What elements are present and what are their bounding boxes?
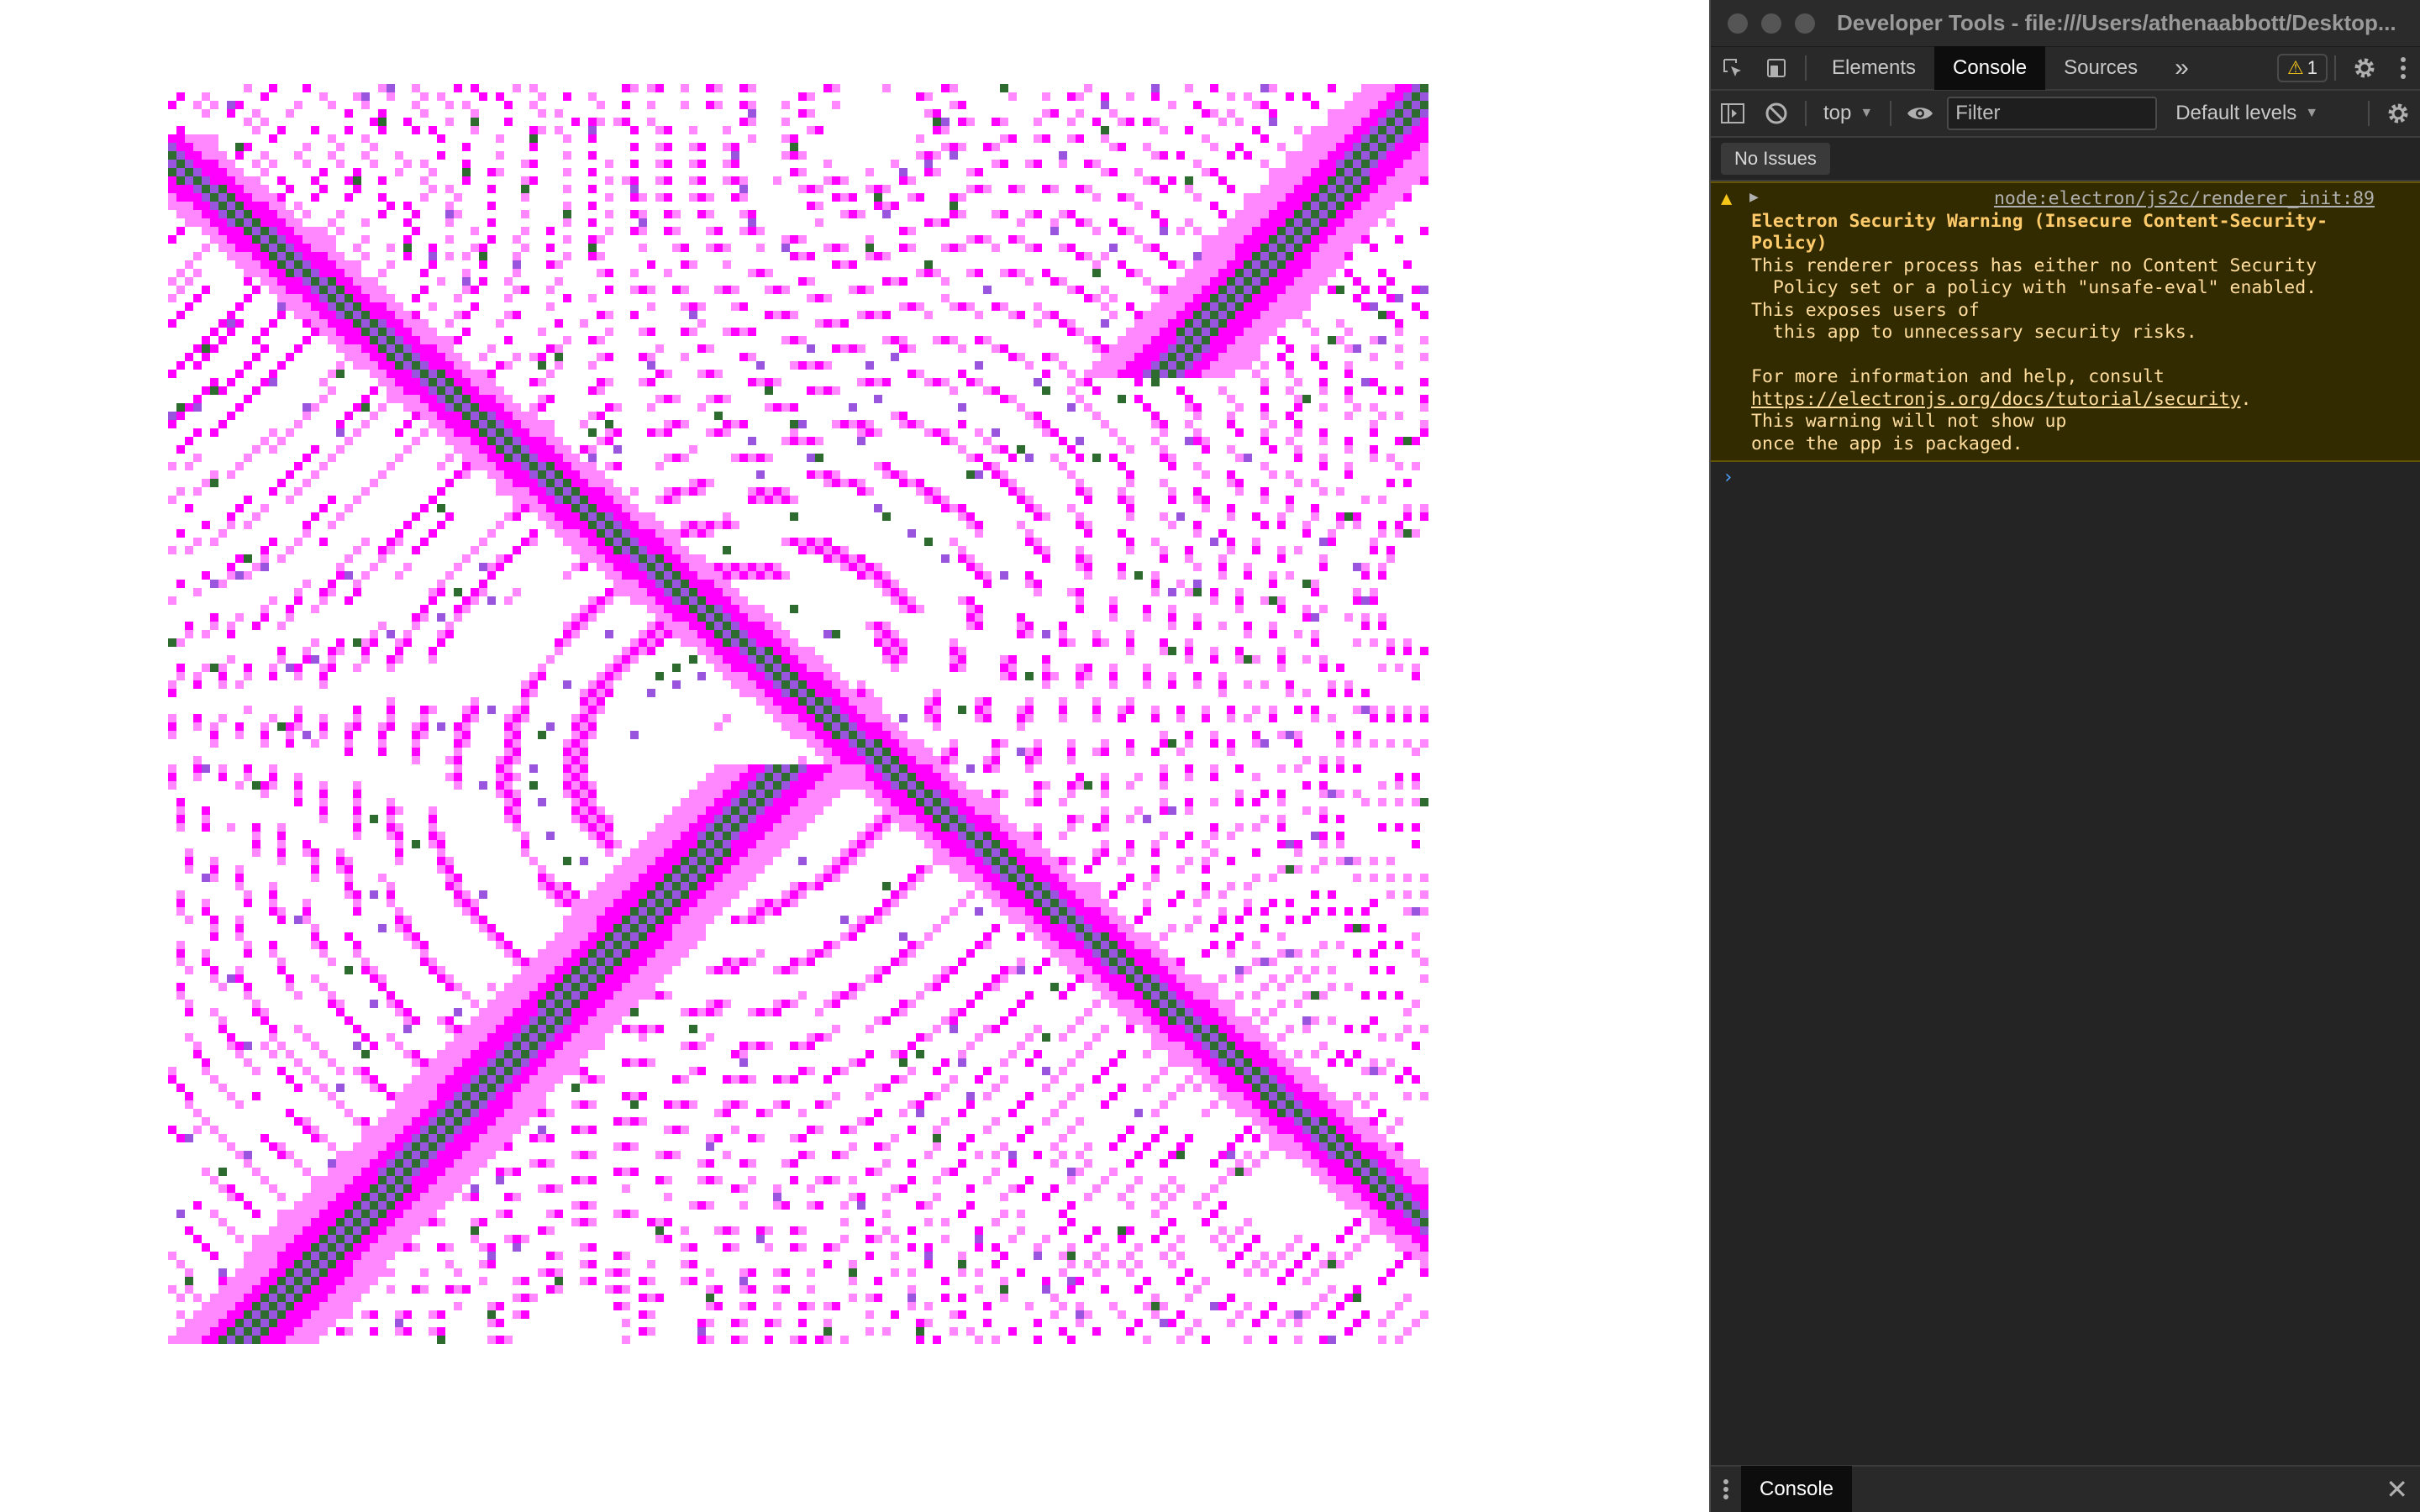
- close-window-button[interactable]: [1728, 13, 1748, 34]
- security-docs-link[interactable]: https://electronjs.org/docs/tutorial/sec…: [1751, 389, 2240, 410]
- dropdown-caret-icon: ▼: [2305, 106, 2319, 120]
- warning-icon: ▲: [1721, 188, 1733, 209]
- console-settings-gear-icon[interactable]: [2376, 92, 2420, 135]
- live-expression-eye-icon[interactable]: [1898, 92, 1942, 135]
- zoom-window-button[interactable]: [1795, 13, 1815, 34]
- warning-icon: ⚠: [2287, 57, 2304, 78]
- window-title: Developer Tools - file:///Users/athenaab…: [1837, 10, 2396, 35]
- warning-count: 1: [2307, 57, 2317, 78]
- divider: [1805, 55, 1807, 81]
- message-body-line: For more information and help, consult: [1751, 366, 2165, 387]
- warning-count-badge[interactable]: ⚠ 1: [2277, 54, 2328, 82]
- link-suffix: .: [2240, 388, 2252, 410]
- divider: [2368, 101, 2370, 126]
- bottom-drawer: Console ✕: [1711, 1465, 2420, 1512]
- sidebar-toggle-icon[interactable]: [1711, 92, 1754, 135]
- minimize-window-button[interactable]: [1761, 13, 1781, 34]
- divider: [2334, 55, 2336, 81]
- message-body-line: this app to unnecessary security risks.: [1751, 322, 2197, 343]
- tab-elements[interactable]: Elements: [1813, 46, 1934, 90]
- close-drawer-icon[interactable]: ✕: [2386, 1473, 2408, 1505]
- inspect-element-icon[interactable]: [1711, 46, 1754, 90]
- tab-console[interactable]: Console: [1934, 46, 2046, 90]
- expand-triangle-icon[interactable]: ▶: [1749, 186, 1759, 209]
- more-options-kebab-icon[interactable]: [2386, 46, 2420, 90]
- divider: [1890, 101, 1892, 126]
- message-body-line: [1751, 344, 2395, 367]
- filter-input[interactable]: [1947, 97, 2158, 130]
- issues-bar: No Issues: [1711, 138, 2420, 181]
- message-title-line: Policy): [1751, 233, 1828, 254]
- message-body-line: Policy set or a policy with "unsafe-eval…: [1751, 277, 2317, 298]
- console-prompt[interactable]: ›: [1711, 462, 2420, 488]
- message-link-line: https://electronjs.org/docs/tutorial/sec…: [1751, 389, 2395, 412]
- console-toolbar: top ▼ Default levels ▼: [1711, 91, 2420, 138]
- dropdown-caret-icon: ▼: [1860, 106, 1874, 120]
- tab-sources[interactable]: Sources: [2045, 46, 2156, 90]
- message-tail-line: This warning will not show up: [1751, 411, 2067, 432]
- divider: [1805, 101, 1807, 126]
- message-body-line: This renderer process has either no Cont…: [1751, 255, 2317, 276]
- message-tail-line: once the app is packaged.: [1751, 433, 2023, 454]
- console-warning-message[interactable]: ▲ ▶ node:electron/js2c/renderer_init:89 …: [1711, 181, 2420, 462]
- context-value: top: [1823, 102, 1852, 124]
- drawer-menu-kebab-icon[interactable]: [1711, 1467, 1741, 1511]
- panel-tabbar: Elements Console Sources » ⚠ 1: [1711, 46, 2420, 91]
- devtools-titlebar: Developer Tools - file:///Users/athenaab…: [1711, 0, 2420, 47]
- message-body-line: This exposes users of: [1751, 299, 1980, 321]
- context-selector[interactable]: top ▼: [1813, 102, 1883, 125]
- no-issues-button[interactable]: No Issues: [1721, 143, 1830, 175]
- settings-gear-icon[interactable]: [2343, 46, 2386, 90]
- devtools-window: Developer Tools - file:///Users/athenaab…: [1709, 0, 2420, 1512]
- log-levels-dropdown[interactable]: Default levels ▼: [2165, 102, 2328, 125]
- log-levels-value: Default levels: [2175, 102, 2297, 124]
- clear-console-icon[interactable]: [1754, 92, 1798, 135]
- device-toolbar-icon[interactable]: [1754, 46, 1798, 90]
- message-title-line: Electron Security Warning (Insecure Cont…: [1751, 210, 2328, 232]
- source-link[interactable]: node:electron/js2c/renderer_init:89: [1751, 188, 2395, 211]
- pattern-canvas: [168, 84, 1428, 1344]
- drawer-tab-console[interactable]: Console: [1741, 1466, 1853, 1512]
- more-tabs-chevron-icon[interactable]: »: [2156, 46, 2207, 90]
